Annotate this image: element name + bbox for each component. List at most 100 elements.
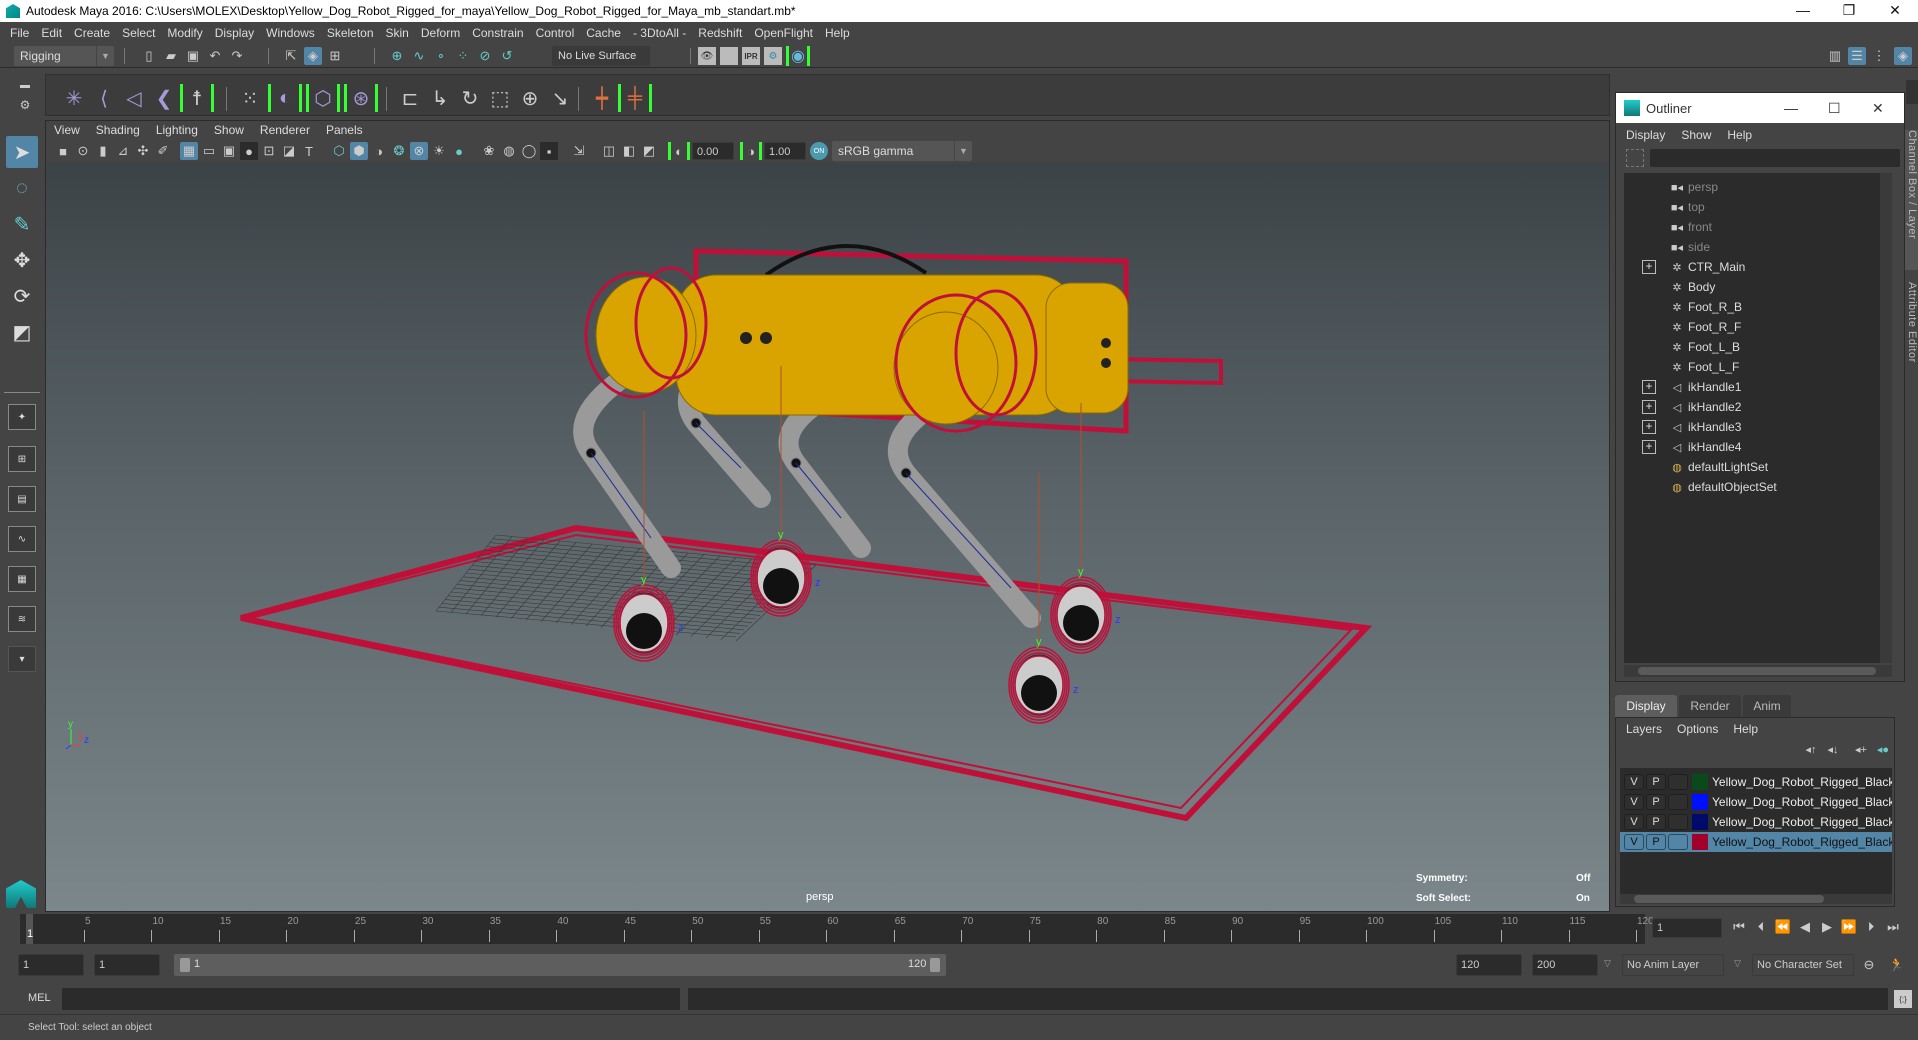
- cluster-icon[interactable]: ⊛: [344, 84, 378, 112]
- expand-icon[interactable]: +: [1642, 420, 1656, 434]
- hypershade-icon[interactable]: ◉: [786, 46, 810, 66]
- ik-handle-icon[interactable]: ◁: [120, 84, 148, 112]
- outliner-item-defaultlightset[interactable]: ◍ defaultLightSet: [1624, 457, 1892, 477]
- film-gate-icon[interactable]: ▭: [200, 142, 218, 160]
- lattice-icon[interactable]: ⬡: [306, 84, 340, 112]
- layer-color-swatch[interactable]: [1692, 814, 1708, 830]
- smooth-bind-icon[interactable]: ◐: [268, 84, 302, 112]
- outliner-item-foot-l-b[interactable]: ✲ Foot_L_B: [1624, 337, 1892, 357]
- new-scene-icon[interactable]: ▯: [140, 47, 158, 65]
- outliner-minimize-button[interactable]: —: [1784, 100, 1798, 116]
- dope-sheet-layout-icon[interactable]: ≋: [8, 606, 36, 632]
- panel-menu-shading[interactable]: Shading: [96, 123, 140, 137]
- render-view-icon[interactable]: 👁: [698, 47, 716, 65]
- lasso-tool-icon[interactable]: ◌: [6, 172, 38, 204]
- command-language-label[interactable]: MEL: [28, 992, 51, 1004]
- snap-curve-icon[interactable]: ∿: [410, 47, 428, 65]
- menu-display[interactable]: Display: [215, 26, 254, 40]
- panel-menu-renderer[interactable]: Renderer: [260, 123, 310, 137]
- menu-deform[interactable]: Deform: [421, 26, 460, 40]
- screen-space-ao-icon[interactable]: ❀: [480, 142, 498, 160]
- menu-create[interactable]: Create: [74, 26, 110, 40]
- play-backwards-icon[interactable]: ◀: [1796, 918, 1814, 936]
- lights-icon[interactable]: ☀: [430, 142, 448, 160]
- scale-constraint-icon[interactable]: ⬚: [486, 84, 514, 112]
- outliner-item-ikhandle3[interactable]: + ◁ ikHandle3: [1624, 417, 1892, 437]
- expand-icon[interactable]: +: [1642, 400, 1656, 414]
- menu-control[interactable]: Control: [536, 26, 575, 40]
- visibility-toggle[interactable]: V: [1624, 834, 1644, 850]
- anim-layer-dropdown[interactable]: No Anim Layer: [1622, 954, 1724, 976]
- outliner-item-persp[interactable]: ■◂ persp: [1624, 177, 1892, 197]
- menu-openflight[interactable]: OpenFlight: [754, 26, 813, 40]
- outliner-item-defaultobjectset[interactable]: ◍ defaultObjectSet: [1624, 477, 1892, 497]
- snap-live-icon[interactable]: ⊘: [476, 47, 494, 65]
- play-forwards-icon[interactable]: ▶: [1818, 918, 1836, 936]
- minimize-button[interactable]: —: [1780, 0, 1826, 22]
- more-layouts-icon[interactable]: ▾: [8, 646, 36, 672]
- animation-start-field[interactable]: 1: [18, 954, 84, 976]
- graph-editor-layout-icon[interactable]: ∿: [8, 526, 36, 552]
- menuset-dropdown[interactable]: Rigging ▼: [14, 46, 114, 66]
- layer-menu-options[interactable]: Options: [1677, 722, 1718, 736]
- depth-of-field-icon[interactable]: ▪: [540, 142, 558, 160]
- resolution-gate-icon[interactable]: ▣: [220, 142, 238, 160]
- point-constraint-icon[interactable]: ↳: [426, 84, 454, 112]
- grease-pencil-icon[interactable]: ✐: [154, 142, 172, 160]
- isolate-select-icon[interactable]: ⇲: [570, 142, 588, 160]
- render-settings-icon[interactable]: ⚙: [764, 47, 782, 65]
- parent-constraint-icon[interactable]: ⊏: [396, 84, 424, 112]
- animation-preferences-icon[interactable]: 🏃: [1888, 956, 1906, 974]
- wireframe-icon[interactable]: ⬡: [330, 142, 348, 160]
- set-driven-key-icon[interactable]: ┿: [588, 84, 616, 112]
- motion-blur-icon[interactable]: ◍: [500, 142, 518, 160]
- shadows-icon[interactable]: ●: [450, 142, 468, 160]
- visibility-toggle[interactable]: V: [1624, 794, 1644, 810]
- snap-projected-icon[interactable]: ↺: [498, 47, 516, 65]
- outliner-persp-layout-icon[interactable]: ▤: [8, 486, 36, 512]
- gate-mask-icon[interactable]: ●: [240, 142, 258, 160]
- tab-render[interactable]: Render: [1679, 695, 1741, 717]
- playback-toggle[interactable]: P: [1646, 834, 1666, 850]
- smooth-shade-icon[interactable]: ⬢: [350, 142, 368, 160]
- select-by-object-icon[interactable]: ◈: [304, 47, 322, 65]
- snap-point-icon[interactable]: ∘: [432, 47, 450, 65]
- modeling-toolkit-icon[interactable]: ▥: [1826, 47, 1844, 65]
- auto-key-icon[interactable]: ⊖: [1860, 956, 1878, 974]
- default-material-icon[interactable]: ◑: [370, 142, 388, 160]
- outliner-item-body[interactable]: ✲ Body: [1624, 277, 1892, 297]
- two-d-pan-zoom-icon[interactable]: ✣: [134, 142, 152, 160]
- tab-attribute-editor[interactable]: Attribute Editor: [1904, 282, 1918, 382]
- layer-menu-help[interactable]: Help: [1733, 722, 1758, 736]
- panel-menu-view[interactable]: View: [54, 123, 80, 137]
- snap-view-plane-icon[interactable]: ⁘: [454, 47, 472, 65]
- undo-icon[interactable]: ↶: [206, 47, 224, 65]
- close-button[interactable]: ✕: [1872, 0, 1918, 22]
- move-layer-up-icon[interactable]: ◂↑: [1802, 740, 1820, 758]
- tool-settings-icon[interactable]: ⋮: [1870, 47, 1888, 65]
- playback-start-field[interactable]: 1: [94, 954, 160, 976]
- animation-end-field[interactable]: 200: [1532, 954, 1598, 976]
- xray-icon[interactable]: ◫: [600, 142, 618, 160]
- go-to-end-icon[interactable]: ⏭: [1884, 918, 1902, 936]
- render-current-frame-icon[interactable]: [720, 47, 738, 65]
- outliner-item-foot-l-f[interactable]: ✲ Foot_L_F: [1624, 357, 1892, 377]
- safe-title-icon[interactable]: T: [300, 142, 318, 160]
- layer-row[interactable]: VP Yellow_Dog_Robot_Rigged_Black_Ri: [1620, 832, 1892, 852]
- filter-icon[interactable]: [1626, 149, 1644, 167]
- go-to-start-icon[interactable]: ⏮: [1730, 918, 1748, 936]
- outliner-item-side[interactable]: ■◂ side: [1624, 237, 1892, 257]
- menu-modify[interactable]: Modify: [167, 26, 202, 40]
- expand-icon[interactable]: +: [1642, 260, 1656, 274]
- exposure-field[interactable]: 0.00: [692, 142, 734, 160]
- view-transform-dropdown[interactable]: sRGB gamma ▼: [832, 141, 972, 161]
- save-scene-icon[interactable]: ▣: [184, 47, 202, 65]
- outliner-item-front[interactable]: ■◂ front: [1624, 217, 1892, 237]
- pole-vector-constraint-icon[interactable]: ↘: [546, 84, 574, 112]
- outliner-title-bar[interactable]: Outliner — ☐ ✕: [1616, 93, 1904, 123]
- gamma-field[interactable]: 1.00: [764, 142, 806, 160]
- foot-control[interactable]: yz: [1050, 403, 1121, 654]
- perspective-viewport[interactable]: yzyzyzyz y x z Symmetry: Off Soft Select…: [46, 163, 1609, 911]
- visibility-toggle[interactable]: V: [1624, 814, 1644, 830]
- panel-menu-panels[interactable]: Panels: [326, 123, 363, 137]
